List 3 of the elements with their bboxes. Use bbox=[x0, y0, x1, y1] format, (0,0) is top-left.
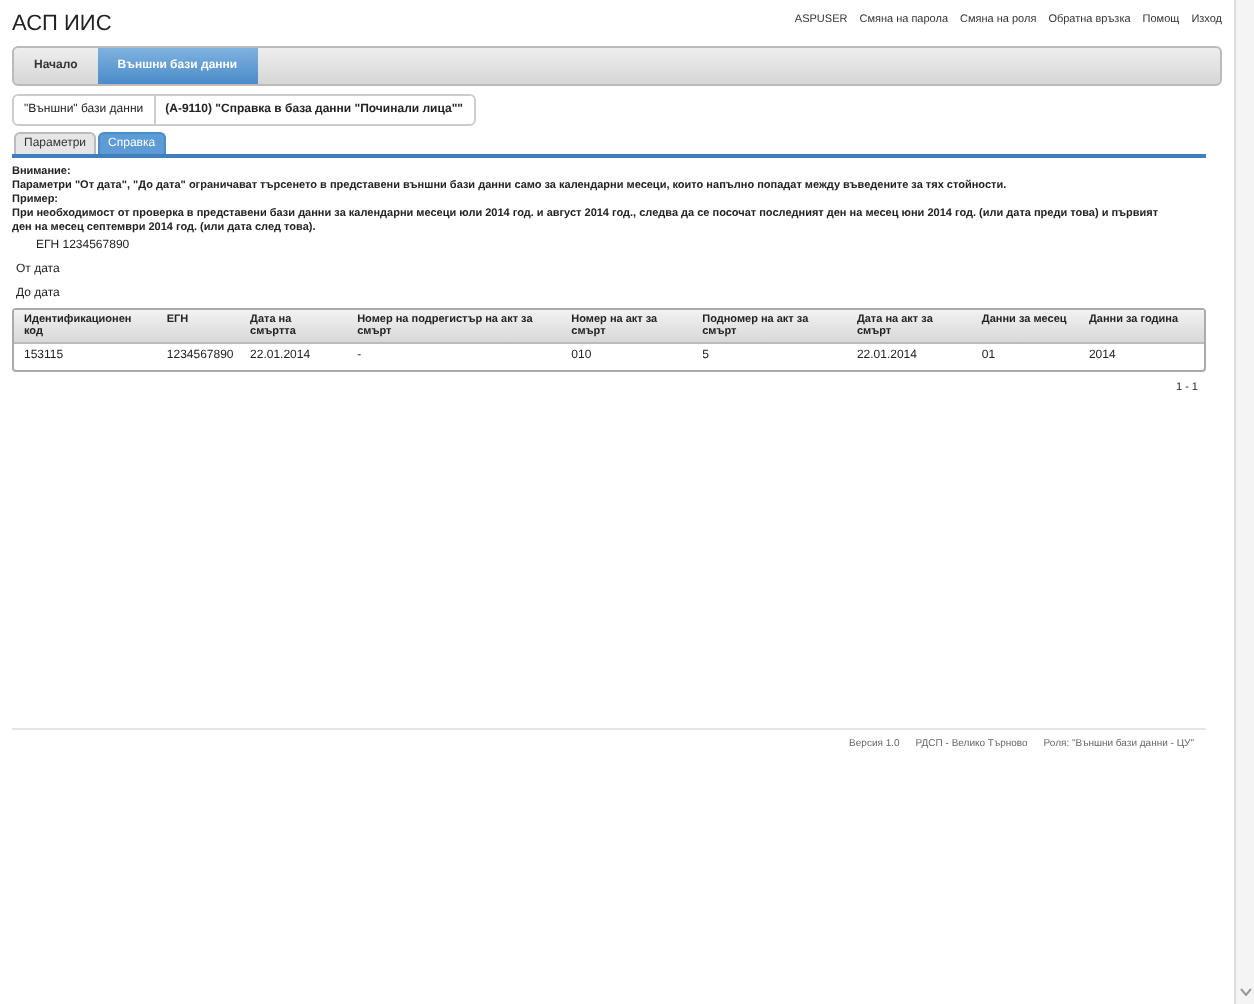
app-title: АСП ИИС bbox=[12, 10, 112, 38]
scroll-down-icon[interactable] bbox=[1239, 988, 1251, 996]
scrollbar[interactable] bbox=[1234, 0, 1254, 1004]
